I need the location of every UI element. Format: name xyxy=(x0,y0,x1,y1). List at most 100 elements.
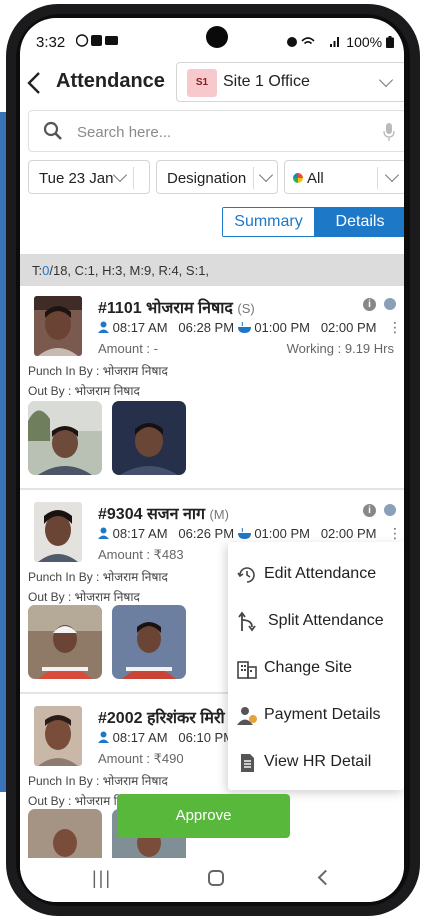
employee-id-name: #9304 सजन नाग xyxy=(98,506,205,523)
punch-in-photo[interactable] xyxy=(28,401,102,475)
employee-name: #1101 भोजराम निषाद (S) xyxy=(98,296,255,318)
menu-label: Change Site xyxy=(264,659,353,676)
menu-item-change-site[interactable]: Change Site xyxy=(228,646,404,693)
in-time: 08:17 AM xyxy=(112,526,168,541)
out-time: 06:28 PM xyxy=(178,320,235,335)
punch-times: 08:17 AM 06:10 PM xyxy=(98,730,234,745)
menu-label: Payment Details xyxy=(264,706,381,723)
in-time: 08:17 AM xyxy=(112,320,168,335)
punch-out-by: Out By : भोजराम निषाद xyxy=(28,384,140,398)
home-button[interactable] xyxy=(208,870,224,886)
menu-label: Edit Attendance xyxy=(264,565,377,582)
person-icon xyxy=(98,321,109,333)
menu-item-view-hr-detail[interactable]: View HR Detail xyxy=(228,740,404,787)
status-filter[interactable]: All xyxy=(284,160,404,194)
summary-tab[interactable]: Summary xyxy=(223,208,314,236)
site-name: Site 1 Office xyxy=(223,73,310,90)
employee-id-name: #2002 हरिशंकर मिरी xyxy=(98,710,225,727)
site-selector[interactable]: S1 Site 1 Office xyxy=(176,62,404,102)
status-bar: 3:32 100% xyxy=(20,18,404,62)
info-icon[interactable]: i xyxy=(363,298,376,311)
site-badge: S1 xyxy=(187,69,217,97)
info-icon[interactable]: i xyxy=(363,504,376,517)
amount: Amount : ₹483 xyxy=(98,547,184,562)
out-time: 06:10 PM xyxy=(178,730,235,745)
notification-icons xyxy=(75,34,120,50)
punch-in-by: Punch In By : भोजराम निषाद xyxy=(28,774,168,788)
in-time: 08:17 AM xyxy=(112,730,168,745)
employee-type: (M) xyxy=(209,507,229,522)
menu-item-split-attendance[interactable]: Split Attendance xyxy=(228,599,404,646)
status-dot xyxy=(384,298,396,310)
microphone-icon[interactable] xyxy=(383,123,395,141)
employee-id-name: #1101 भोजराम निषाद xyxy=(98,300,233,317)
chevron-down-icon xyxy=(384,167,400,183)
punch-in-by: Punch In By : भोजराम निषाद xyxy=(28,570,168,584)
employee-card[interactable]: #1101 भोजराम निषाद (S) i 08:17 AM 06:28 … xyxy=(20,286,404,490)
amount: Amount : - xyxy=(98,341,158,356)
designation-filter-value: Designation xyxy=(167,170,247,187)
employee-name: #2002 हरिशंकर मिरी xyxy=(98,706,225,728)
break-start: 01:00 PM xyxy=(254,320,310,335)
page-title: Attendance xyxy=(56,70,165,92)
punch-out-photo[interactable] xyxy=(112,401,186,475)
back-arrow-icon xyxy=(27,72,40,94)
more-options-icon[interactable]: ⋮ xyxy=(388,320,402,336)
punch-out-photo[interactable] xyxy=(112,605,186,679)
notification-app-icons xyxy=(75,34,118,47)
menu-label: Split Attendance xyxy=(268,612,384,629)
menu-item-payment-details[interactable]: Payment Details xyxy=(228,693,404,740)
approve-button[interactable]: Approve xyxy=(117,794,290,838)
status-right-icons: 100% xyxy=(286,34,394,50)
status-dot xyxy=(384,504,396,516)
divider xyxy=(253,167,254,189)
person-icon xyxy=(98,731,109,743)
amount: Amount : ₹490 xyxy=(98,751,184,766)
back-button[interactable] xyxy=(26,66,54,102)
punch-in-by: Punch In By : भोजराम निषाद xyxy=(28,364,168,378)
battery-icon xyxy=(386,36,394,48)
total-prefix: T: xyxy=(32,263,43,278)
document-icon xyxy=(241,754,254,772)
multicolor-dot-icon xyxy=(293,173,303,183)
meal-break-icon xyxy=(237,528,251,539)
employee-name: #9304 सजन नाग (M) xyxy=(98,502,229,524)
battery-level: 100% xyxy=(346,34,383,50)
menu-label: View HR Detail xyxy=(264,753,372,770)
date-filter-value: Tue 23 Jan xyxy=(39,170,114,187)
punch-out-by: Out By : भोजराम निषाद xyxy=(28,590,140,604)
search-icon xyxy=(43,121,62,140)
details-tab[interactable]: Details xyxy=(314,208,404,236)
chevron-down-icon xyxy=(258,167,274,183)
search-bar xyxy=(28,110,404,152)
employee-avatar xyxy=(34,502,82,562)
attendance-context-menu: Edit Attendance Split Attendance Change … xyxy=(228,542,404,790)
punch-in-photo[interactable] xyxy=(28,605,102,679)
building-icon xyxy=(237,661,257,679)
menu-item-edit-attendance[interactable]: Edit Attendance xyxy=(228,552,404,599)
break-end: 02:00 PM xyxy=(320,526,377,541)
search-input[interactable] xyxy=(77,119,367,145)
payment-person-icon xyxy=(237,707,257,725)
status-time: 3:32 xyxy=(36,34,66,51)
view-toggle: Summary Details xyxy=(222,207,404,237)
app-header: Attendance S1 Site 1 Office xyxy=(20,62,404,106)
punch-times: 08:17 AM 06:26 PM 01:00 PM 02:00 PM xyxy=(98,526,376,541)
date-filter[interactable]: Tue 23 Jan xyxy=(28,160,150,194)
break-end: 02:00 PM xyxy=(320,320,377,335)
signal-wifi-icons xyxy=(287,37,340,47)
system-navigation-bar: ||| xyxy=(20,858,404,902)
front-camera xyxy=(206,26,228,48)
split-arrows-icon xyxy=(238,611,256,632)
recents-button[interactable]: ||| xyxy=(92,868,112,889)
status-filter-value: All xyxy=(307,170,324,187)
person-icon xyxy=(98,527,109,539)
system-back-button[interactable] xyxy=(317,869,334,886)
more-options-icon[interactable]: ⋮ xyxy=(388,526,402,542)
app-screen: 3:32 100% Attendance S1 Site 1 Office Se… xyxy=(20,18,404,902)
meal-break-icon xyxy=(237,322,251,333)
punch-in-photo[interactable] xyxy=(28,809,102,858)
designation-filter[interactable]: Designation xyxy=(156,160,278,194)
divider xyxy=(377,167,378,189)
punch-times: 08:17 AM 06:28 PM 01:00 PM 02:00 PM xyxy=(98,320,376,335)
